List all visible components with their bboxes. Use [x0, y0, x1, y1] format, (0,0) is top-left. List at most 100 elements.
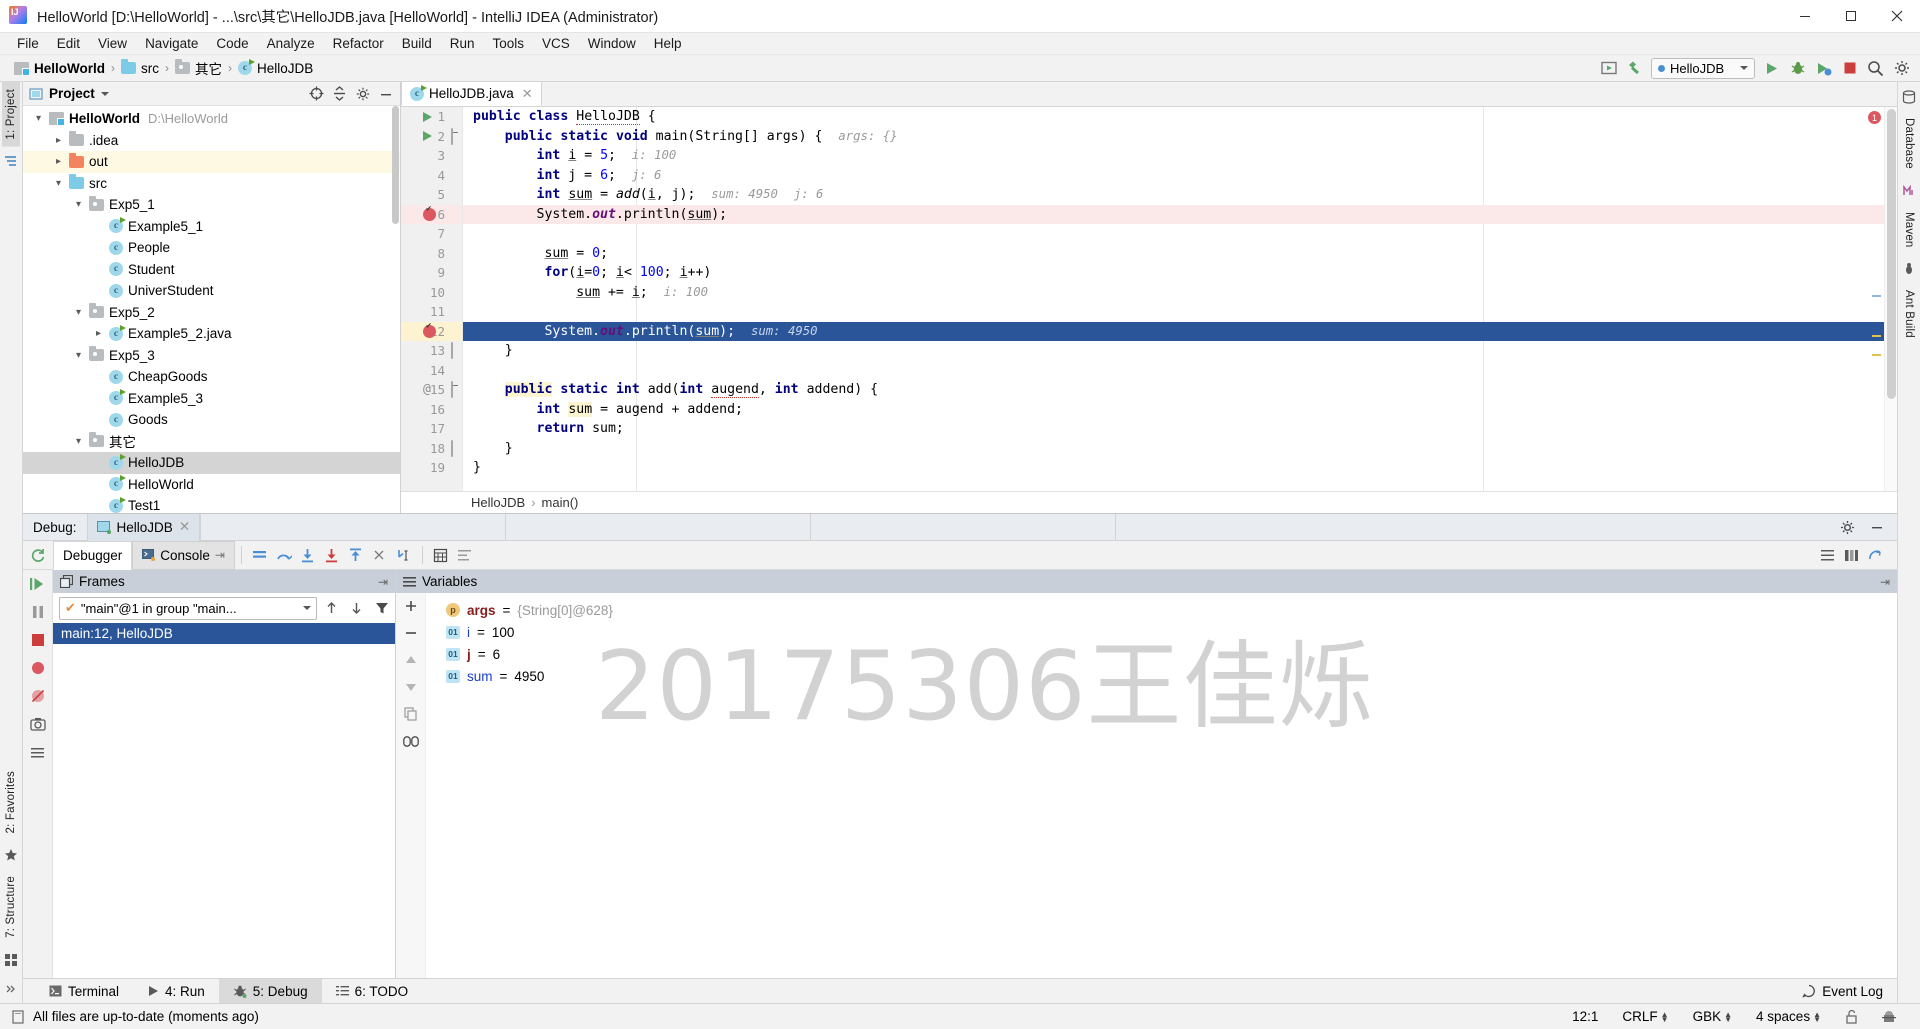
- sidebar-tab-maven[interactable]: Maven: [1900, 205, 1918, 255]
- bottom-tab-run[interactable]: 4: Run: [133, 979, 219, 1004]
- project-tree[interactable]: ▾ HelloWorld D:\HelloWorld ▸ .idea ▸ out ▾ src ▾ E…: [23, 106, 400, 513]
- navbar-crumb-src[interactable]: src: [117, 59, 163, 76]
- gutter-line-11[interactable]: 11: [401, 302, 462, 322]
- menu-refactor[interactable]: Refactor: [324, 34, 393, 53]
- variable-row-j[interactable]: 01 j = 6: [446, 643, 1897, 665]
- chevron-right-icon[interactable]: ▸: [51, 156, 66, 167]
- sidebar-tab-database[interactable]: Database: [1900, 111, 1918, 176]
- breadcrumb-class[interactable]: HelloJDB: [471, 495, 525, 510]
- menu-code[interactable]: Code: [207, 34, 257, 53]
- watch-link-icon[interactable]: [400, 731, 422, 751]
- frame-up-icon[interactable]: [321, 598, 342, 619]
- fold-end-icon[interactable]: [451, 342, 453, 360]
- collapse-all-icon[interactable]: [331, 85, 348, 102]
- variable-row-args[interactable]: p args = {String[0]@628}: [446, 599, 1897, 621]
- tree-item-hellojdb[interactable]: ▸cHelloJDB: [23, 452, 400, 474]
- gutter-line-6[interactable]: 6: [401, 204, 462, 224]
- hide-panel-icon[interactable]: [377, 85, 394, 102]
- chevron-down-icon[interactable]: ▾: [31, 113, 46, 124]
- menu-run[interactable]: Run: [441, 34, 484, 53]
- run-console-icon[interactable]: [1599, 59, 1618, 78]
- drop-frame-icon[interactable]: [368, 542, 392, 568]
- gutter-line-1[interactable]: 1: [401, 107, 462, 127]
- close-icon[interactable]: ✕: [522, 86, 533, 102]
- gutter-line-17[interactable]: 17: [401, 419, 462, 439]
- gutter-line-19[interactable]: 19: [401, 458, 462, 478]
- sidebar-tab-ant-build[interactable]: Ant Build: [1900, 283, 1918, 345]
- debug-session-tab[interactable]: HelloJDB ✕: [86, 513, 201, 541]
- menu-analyze[interactable]: Analyze: [258, 34, 324, 53]
- tree-item-exp5-1[interactable]: ▾ Exp5_1: [23, 194, 400, 216]
- line-separator[interactable]: CRLF ▲ ▼: [1614, 1009, 1676, 1024]
- tree-item-goods[interactable]: ▸cGoods: [23, 409, 400, 431]
- bottom-tab-todo[interactable]: 6: TODO: [322, 979, 423, 1004]
- indent-setting[interactable]: 4 spaces ▲ ▼: [1748, 1009, 1829, 1024]
- move-watch-down-icon[interactable]: [400, 677, 422, 697]
- mute-breakpoints-icon[interactable]: [27, 686, 49, 706]
- code-line-19[interactable]: }: [463, 458, 1897, 478]
- chevron-right-icon[interactable]: ▸: [91, 328, 106, 339]
- code-line-8[interactable]: sum = 0;: [463, 244, 1897, 264]
- menu-vcs[interactable]: VCS: [533, 34, 579, 53]
- code-line-9[interactable]: for(i=0; i< 100; i++): [463, 263, 1897, 283]
- run-configuration-selector[interactable]: HelloJDB: [1651, 57, 1755, 79]
- code-line-4[interactable]: int j = 6; j: 6: [463, 166, 1897, 186]
- close-icon[interactable]: ✕: [179, 519, 190, 535]
- bottom-tab-terminal[interactable]: Terminal: [35, 979, 133, 1004]
- layout-settings-icon[interactable]: [1815, 542, 1839, 568]
- tree-item-example5-2-java[interactable]: ▸ c Example5_2.java: [23, 323, 400, 345]
- tree-item-example5-3[interactable]: ▸cExample5_3: [23, 388, 400, 410]
- code-line-3[interactable]: int i = 5; i: 100: [463, 146, 1897, 166]
- fold-end-icon[interactable]: [451, 439, 453, 457]
- navbar-crumb-project[interactable]: HelloWorld: [10, 61, 109, 76]
- sidebar-tab-structure[interactable]: 7: Structure: [2, 869, 20, 945]
- gutter-line-12[interactable]: 12: [401, 321, 462, 341]
- maximize-button[interactable]: [1828, 0, 1874, 33]
- file-encoding[interactable]: GBK ▲ ▼: [1685, 1009, 1740, 1024]
- chevron-down-icon[interactable]: ▾: [51, 178, 66, 189]
- remove-watch-icon[interactable]: [400, 623, 422, 643]
- debug-hide-icon[interactable]: [1868, 519, 1885, 536]
- debug-button[interactable]: [1788, 59, 1807, 78]
- run-gutter-icon[interactable]: [423, 111, 432, 122]
- code-line-7[interactable]: [463, 224, 1897, 244]
- code-line-1[interactable]: public class HelloJDB {: [463, 107, 1897, 127]
- tree-item-out[interactable]: ▸ out: [23, 151, 400, 173]
- debug-settings-gear-icon[interactable]: [1839, 519, 1856, 536]
- variables-collapse-icon[interactable]: ⇥: [1880, 575, 1890, 589]
- caret-position[interactable]: 12:1: [1564, 1009, 1606, 1024]
- error-count-badge[interactable]: 1: [1868, 111, 1881, 124]
- tab-console[interactable]: Console ⇥: [132, 540, 235, 570]
- breadcrumb-method[interactable]: main(): [542, 495, 579, 510]
- editor-scrollbar[interactable]: [1884, 107, 1897, 491]
- code-line-16[interactable]: int sum = augend + addend;: [463, 400, 1897, 420]
- tree-item-universtudent[interactable]: ▸cUniverStudent: [23, 280, 400, 302]
- chevron-down-icon[interactable]: ▾: [71, 307, 86, 318]
- restore-layout-icon[interactable]: [1839, 542, 1863, 568]
- run-button[interactable]: [1762, 59, 1781, 78]
- code-line-12[interactable]: System.out.println(sum); sum: 4950: [463, 321, 1897, 341]
- code-line-15[interactable]: public static int add(int augend, int ad…: [463, 380, 1897, 400]
- tree-item-people[interactable]: ▸cPeople: [23, 237, 400, 259]
- menu-tools[interactable]: Tools: [484, 34, 534, 53]
- gutter-line-16[interactable]: 16: [401, 400, 462, 420]
- run-gutter-icon[interactable]: [423, 131, 432, 142]
- editor-body[interactable]: 1234567891011121314@1516171819 public cl…: [401, 107, 1897, 491]
- tab-debugger[interactable]: Debugger: [53, 540, 133, 570]
- menu-help[interactable]: Help: [645, 34, 691, 53]
- grid-icon[interactable]: [2, 950, 21, 969]
- tree-item-idea[interactable]: ▸ .idea: [23, 130, 400, 152]
- chevron-down-icon[interactable]: ▾: [71, 436, 86, 447]
- variables-list[interactable]: p args = {String[0]@628} 01 i = 100 01 j = 6 01 sum = 4…: [426, 593, 1897, 978]
- scroll-from-source-icon[interactable]: [308, 85, 325, 102]
- tree-item-test1[interactable]: ▸cTest1: [23, 495, 400, 513]
- structure-small-icon[interactable]: [2, 152, 21, 171]
- close-button[interactable]: [1874, 0, 1920, 33]
- sidebar-tab-favorites[interactable]: 2: Favorites: [2, 764, 20, 840]
- chevron-right-icon[interactable]: ▸: [51, 135, 66, 146]
- panel-settings-icon[interactable]: [354, 85, 371, 102]
- sidebar-tab-project[interactable]: 1: Project: [2, 82, 20, 147]
- bottom-tab-debug[interactable]: 5: Debug: [218, 978, 322, 1004]
- expand-rail-icon[interactable]: [2, 979, 21, 998]
- chevron-down-icon[interactable]: ▾: [71, 199, 86, 210]
